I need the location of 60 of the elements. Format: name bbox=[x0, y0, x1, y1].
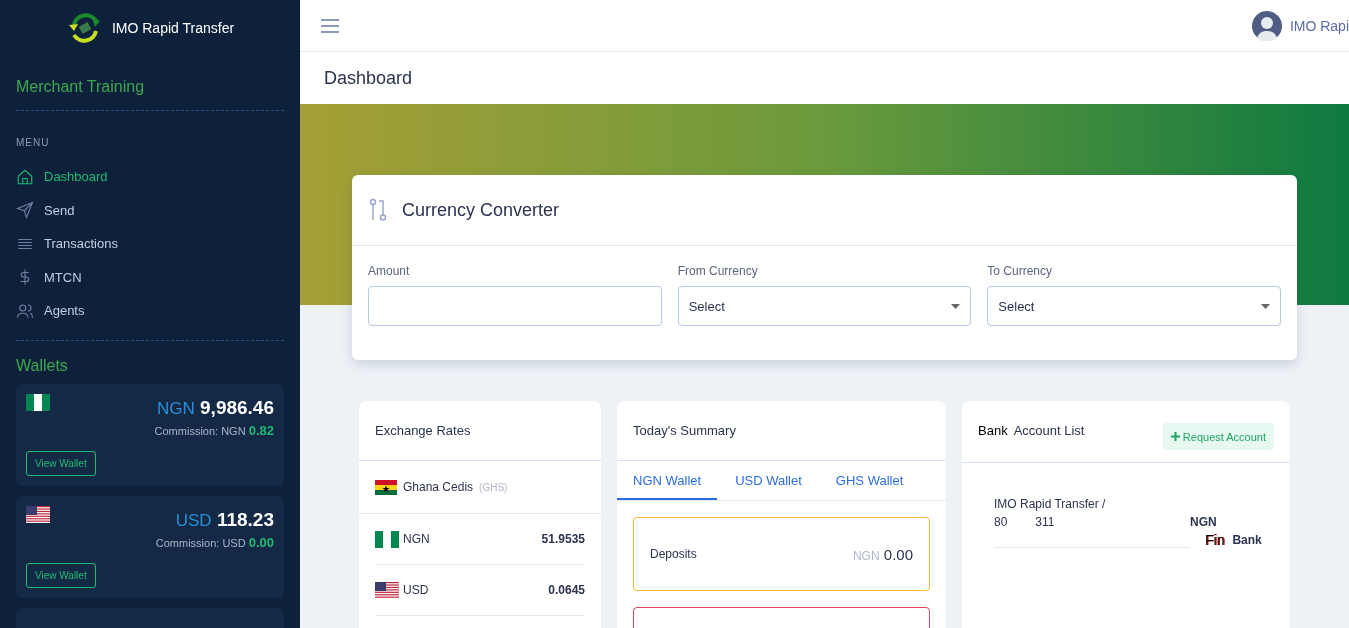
send-icon bbox=[16, 201, 34, 220]
wallet-tab[interactable]: NGN Wallet bbox=[617, 461, 718, 500]
wallet-balance: USD 118.23 bbox=[175, 508, 274, 531]
commission-label: Commission: NGN bbox=[154, 424, 246, 437]
sidebar-menu-item[interactable]: Dashboard bbox=[0, 160, 300, 194]
commission-label: Commission: USD bbox=[155, 536, 246, 549]
wallet-tab[interactable]: USD Wallet bbox=[719, 461, 818, 500]
brand-name: IMO Rapid Transfer bbox=[111, 20, 235, 36]
currency-code: USD bbox=[403, 583, 429, 597]
bank-logo: Fin bbox=[1205, 532, 1225, 548]
menu-heading: MENU bbox=[16, 137, 51, 148]
usa-flag-icon bbox=[375, 581, 399, 599]
nigeria-flag-icon bbox=[375, 530, 399, 548]
view-wallet-button[interactable]: View Wallet bbox=[26, 450, 96, 476]
field-label: To Currency bbox=[987, 264, 1054, 278]
field-label: From Currency bbox=[677, 264, 759, 278]
home-icon bbox=[16, 167, 34, 186]
wallet-tab[interactable]: GHS Wallet bbox=[819, 461, 920, 500]
sidebar-menu-item[interactable]: MTCN bbox=[0, 260, 300, 294]
caret-icon bbox=[1261, 303, 1270, 309]
ghana-flag-icon bbox=[375, 479, 397, 495]
sidebar-menu-item[interactable]: Agents bbox=[0, 294, 300, 328]
converter-title: Currency Converter bbox=[402, 199, 560, 221]
currency-dropdown[interactable]: Select bbox=[677, 286, 972, 326]
nigeria-flag-icon bbox=[26, 393, 50, 411]
usa-flag-icon bbox=[26, 505, 50, 523]
user-name[interactable]: IMO Rapi bbox=[1289, 17, 1349, 34]
commission-value: 0.00 bbox=[248, 534, 274, 550]
currency-dropdown[interactable]: Select bbox=[987, 286, 1281, 326]
card-title: Exchange Rates bbox=[375, 423, 471, 438]
base-currency-code: (GHS) bbox=[479, 481, 508, 493]
commission-value: 0.82 bbox=[248, 422, 274, 438]
account-name: Merchant Training bbox=[16, 78, 284, 111]
field-label: Amount bbox=[368, 264, 411, 278]
card-title-prefix: Bank bbox=[978, 423, 1008, 438]
view-wallet-button[interactable]: View Wallet bbox=[26, 562, 96, 588]
account-number: 311 bbox=[1035, 515, 1055, 529]
bank-name: Bank bbox=[1232, 533, 1262, 547]
wallet-balance: NGN 9,986.46 bbox=[156, 396, 274, 419]
summary-amount: NGN 0.00 bbox=[852, 545, 913, 563]
account-number: 80 bbox=[994, 515, 1008, 529]
sidebar-menu-item[interactable]: Send bbox=[0, 193, 300, 227]
plus-icon bbox=[1170, 432, 1180, 441]
currency-code: NGN bbox=[403, 532, 430, 546]
menu-icon[interactable] bbox=[321, 18, 339, 33]
card-title: Today's Summary bbox=[633, 423, 736, 438]
avatar-icon[interactable] bbox=[1251, 10, 1282, 41]
account-name: IMO Rapid Transfer / bbox=[994, 497, 1107, 511]
exchange-rate: 0.0645 bbox=[548, 583, 585, 597]
sidebar-menu-item[interactable]: Transactions bbox=[0, 227, 300, 261]
base-currency-name: Ghana Cedis bbox=[403, 480, 474, 494]
card-title: Account List bbox=[1013, 423, 1085, 438]
wallets-heading: Wallets bbox=[16, 356, 69, 375]
page-title: Dashboard bbox=[324, 67, 413, 89]
summary-label: Deposits bbox=[650, 547, 697, 561]
exchange-rate: 51.9535 bbox=[541, 532, 585, 546]
account-currency: NGN bbox=[1190, 515, 1218, 529]
users-icon bbox=[16, 301, 34, 320]
amount-input-field[interactable] bbox=[368, 286, 662, 326]
caret-icon bbox=[951, 303, 961, 309]
